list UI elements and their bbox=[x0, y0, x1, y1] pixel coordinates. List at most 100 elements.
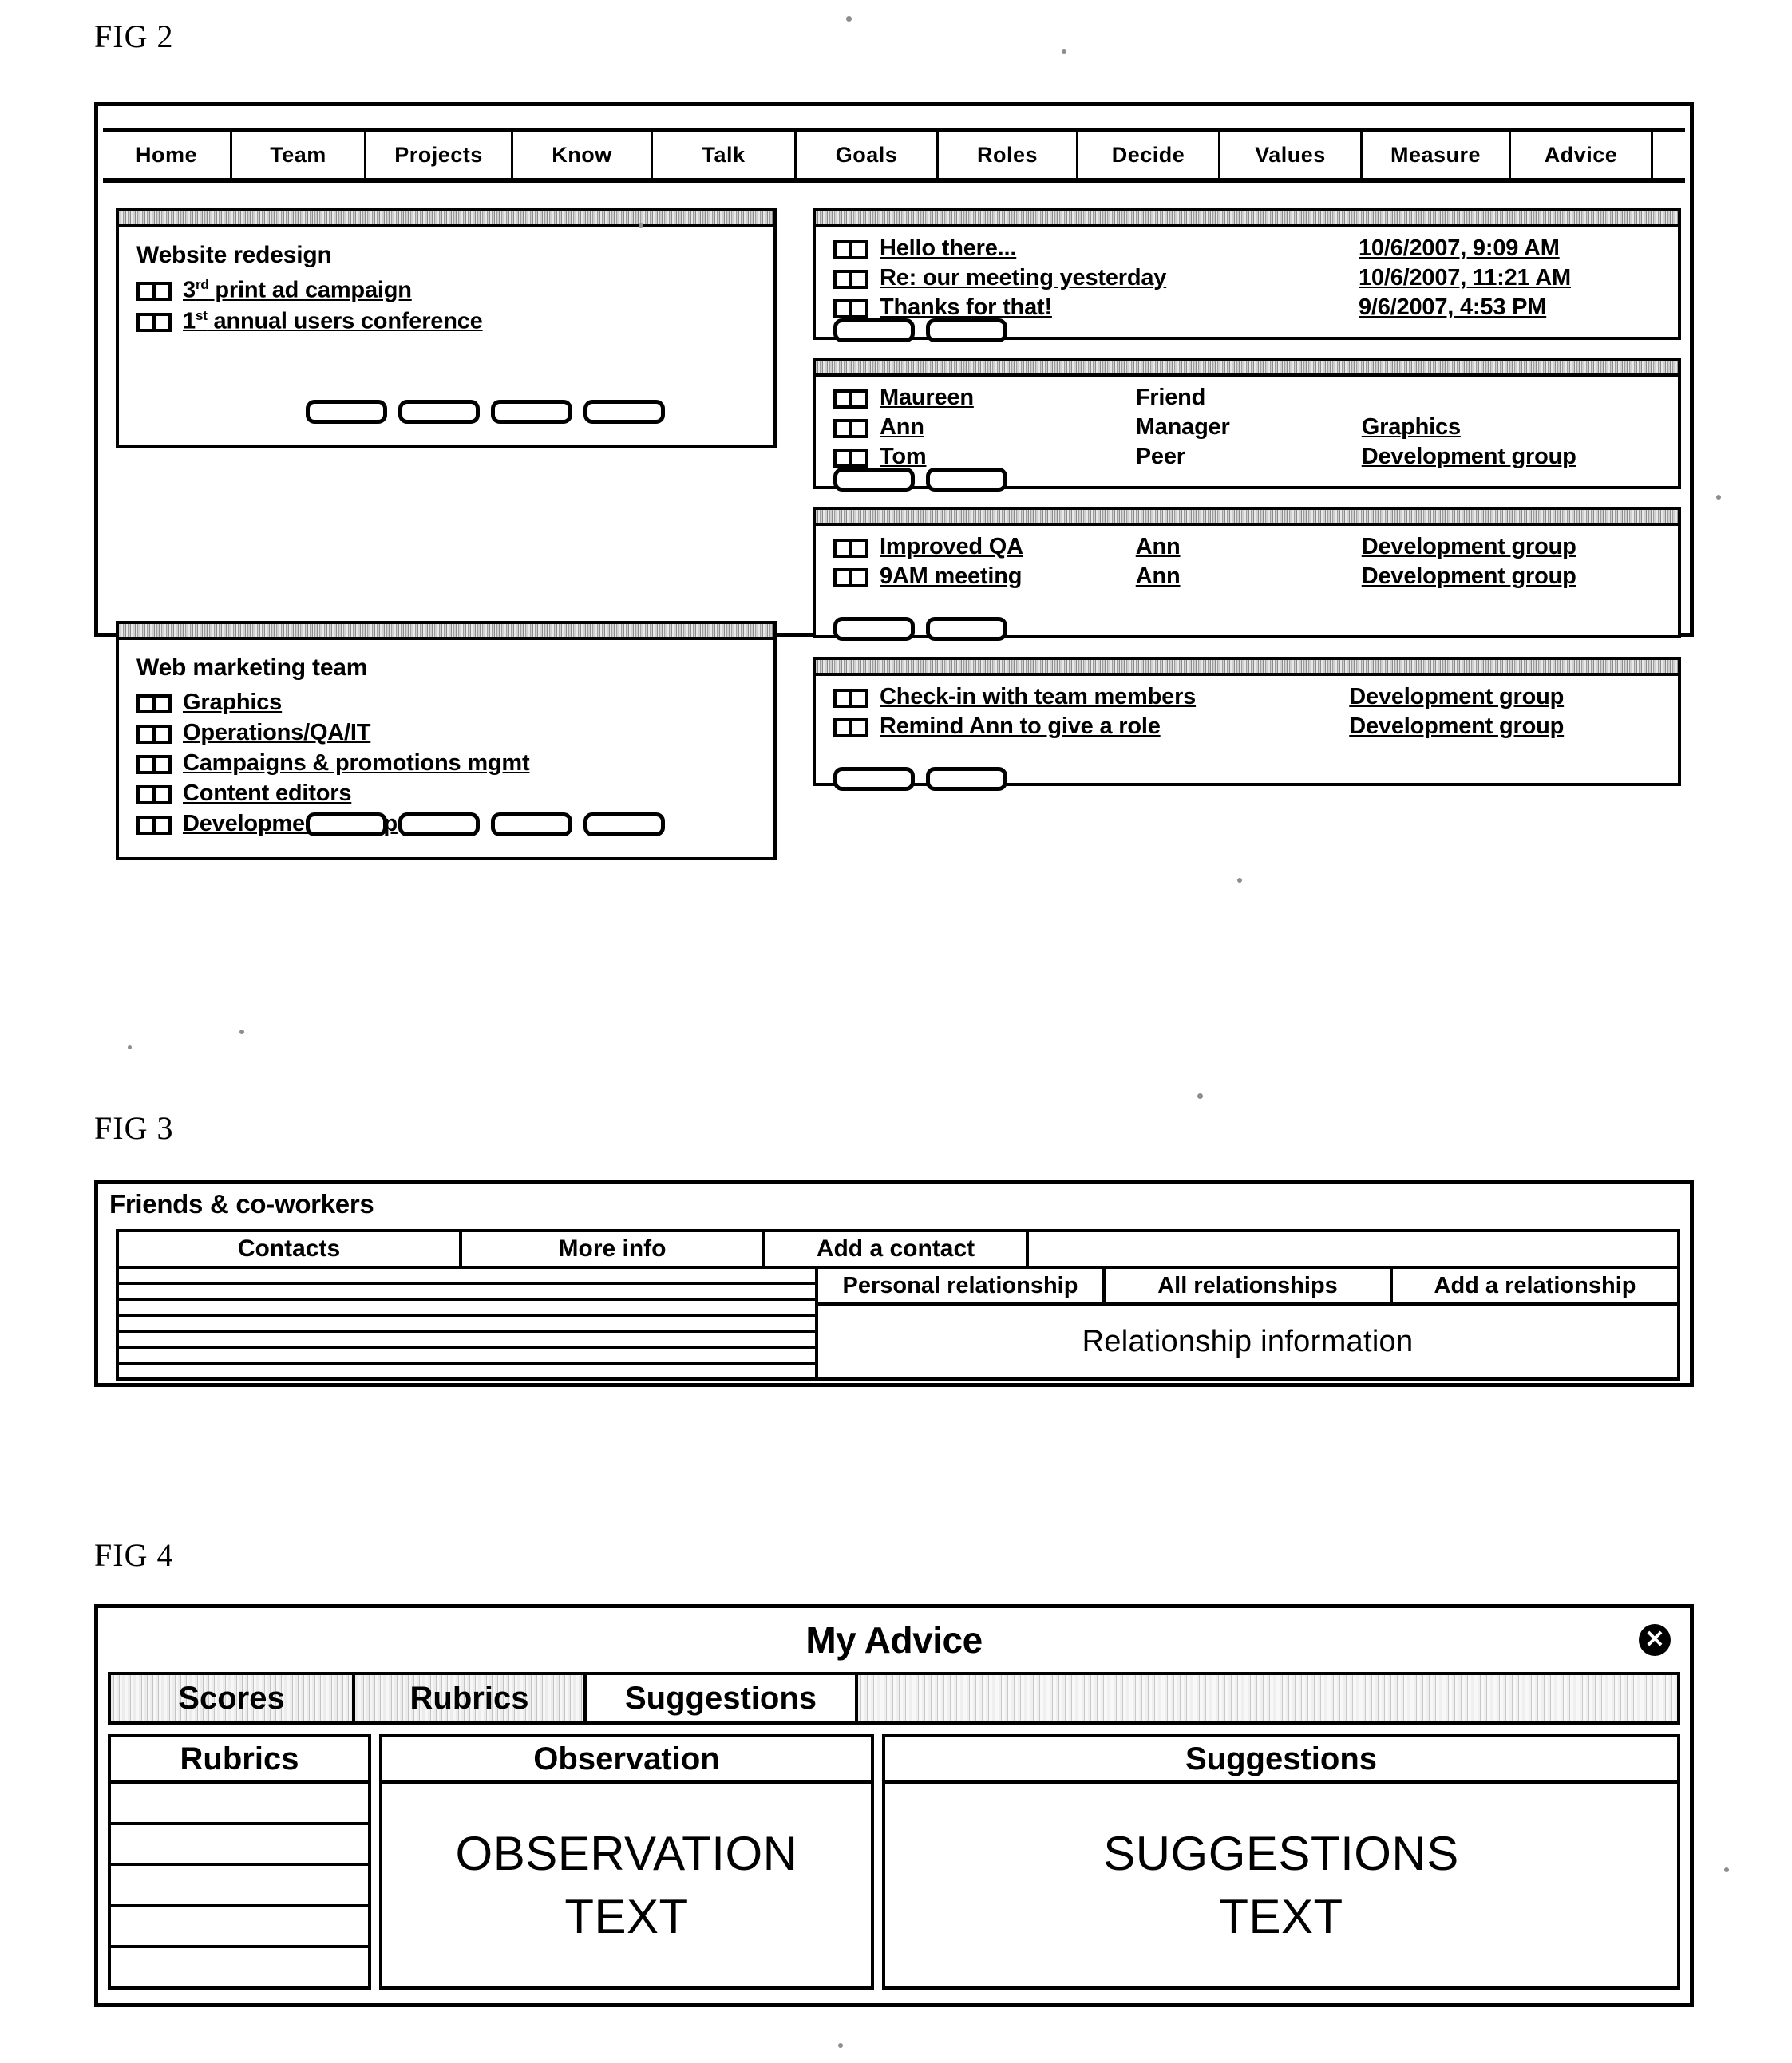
list-item[interactable] bbox=[111, 1825, 368, 1867]
close-icon[interactable]: ✕ bbox=[1639, 1624, 1671, 1656]
contact-group[interactable]: Graphics bbox=[1362, 414, 1678, 441]
tab-contacts[interactable]: Contacts bbox=[119, 1232, 462, 1266]
goals-action-button-1[interactable] bbox=[833, 617, 915, 641]
goal-group[interactable]: Development group bbox=[1362, 534, 1678, 560]
goal-title[interactable]: Improved QA bbox=[880, 534, 1136, 560]
list-item[interactable]: Graphics bbox=[136, 690, 773, 716]
double-box-icon[interactable] bbox=[833, 299, 868, 318]
table-row[interactable]: 9AM meeting Ann Development group bbox=[833, 563, 1678, 590]
team-link[interactable]: Operations/QA/IT bbox=[183, 720, 370, 746]
tab-know[interactable]: Know bbox=[513, 132, 653, 178]
tab-rubrics[interactable]: Rubrics bbox=[355, 1675, 587, 1721]
table-row[interactable]: Re: our meeting yesterday 10/6/2007, 11:… bbox=[833, 265, 1678, 291]
team-action-button-4[interactable] bbox=[583, 812, 665, 836]
table-row[interactable]: Tom Peer Development group bbox=[833, 444, 1678, 470]
task-title[interactable]: Remind Ann to give a role bbox=[880, 713, 1349, 740]
messages-action-button-2[interactable] bbox=[926, 318, 1007, 342]
team-link[interactable]: Campaigns & promotions mgmt bbox=[183, 750, 530, 777]
double-box-icon[interactable] bbox=[833, 240, 868, 259]
tab-roles[interactable]: Roles bbox=[939, 132, 1078, 178]
message-subject[interactable]: Re: our meeting yesterday bbox=[880, 265, 1359, 291]
list-item[interactable]: Content editors bbox=[136, 781, 773, 807]
double-box-icon[interactable] bbox=[833, 689, 868, 708]
list-item[interactable] bbox=[119, 1333, 815, 1349]
double-box-icon[interactable] bbox=[136, 282, 172, 301]
table-row[interactable]: Maureen Friend bbox=[833, 385, 1678, 411]
goal-owner[interactable]: Ann bbox=[1136, 563, 1362, 590]
table-row[interactable]: Thanks for that! 9/6/2007, 4:53 PM bbox=[833, 294, 1678, 321]
message-timestamp[interactable]: 10/6/2007, 9:09 AM bbox=[1359, 235, 1560, 262]
double-box-icon[interactable] bbox=[833, 539, 868, 558]
team-action-button-3[interactable] bbox=[491, 812, 572, 836]
table-row[interactable]: Check-in with team members Development g… bbox=[833, 684, 1678, 710]
double-box-icon[interactable] bbox=[833, 389, 868, 409]
contacts-action-button-1[interactable] bbox=[833, 468, 915, 492]
list-item[interactable] bbox=[119, 1317, 815, 1333]
double-box-icon[interactable] bbox=[136, 785, 172, 804]
message-subject[interactable]: Thanks for that! bbox=[880, 294, 1359, 321]
tab-decide[interactable]: Decide bbox=[1078, 132, 1220, 178]
contacts-action-button-2[interactable] bbox=[926, 468, 1007, 492]
list-item[interactable]: Operations/QA/IT bbox=[136, 720, 773, 746]
projects-action-button-3[interactable] bbox=[491, 400, 572, 424]
project-link[interactable]: 1st annual users conference bbox=[183, 308, 483, 335]
table-row[interactable]: Hello there... 10/6/2007, 9:09 AM bbox=[833, 235, 1678, 262]
list-item[interactable] bbox=[111, 1784, 368, 1825]
tab-all-relationships[interactable]: All relationships bbox=[1106, 1269, 1393, 1302]
team-link[interactable]: Graphics bbox=[183, 690, 282, 716]
double-box-icon[interactable] bbox=[833, 718, 868, 737]
contact-name[interactable]: Maureen bbox=[880, 385, 1136, 411]
tasks-action-button-2[interactable] bbox=[926, 767, 1007, 791]
tab-home[interactable]: Home bbox=[103, 132, 232, 178]
team-link[interactable]: Content editors bbox=[183, 781, 351, 807]
tab-add-a-relationship[interactable]: Add a relationship bbox=[1393, 1269, 1677, 1302]
goal-title[interactable]: 9AM meeting bbox=[880, 563, 1136, 590]
list-item[interactable] bbox=[119, 1269, 815, 1285]
list-item[interactable] bbox=[119, 1301, 815, 1317]
list-item[interactable]: 1st annual users conference bbox=[136, 308, 773, 335]
list-item[interactable] bbox=[119, 1285, 815, 1301]
tab-suggestions[interactable]: Suggestions bbox=[587, 1675, 858, 1721]
double-box-icon[interactable] bbox=[136, 312, 172, 332]
list-item[interactable] bbox=[111, 1866, 368, 1907]
table-row[interactable]: Ann Manager Graphics bbox=[833, 414, 1678, 441]
tab-scores[interactable]: Scores bbox=[111, 1675, 355, 1721]
projects-action-button-1[interactable] bbox=[306, 400, 387, 424]
tab-goals[interactable]: Goals bbox=[797, 132, 939, 178]
team-action-button-2[interactable] bbox=[398, 812, 480, 836]
contact-name[interactable]: Tom bbox=[880, 444, 1136, 470]
double-box-icon[interactable] bbox=[136, 816, 172, 835]
task-group[interactable]: Development group bbox=[1349, 684, 1678, 710]
tab-add-a-contact[interactable]: Add a contact bbox=[765, 1232, 1029, 1266]
double-box-icon[interactable] bbox=[833, 270, 868, 289]
task-title[interactable]: Check-in with team members bbox=[880, 684, 1349, 710]
tasks-action-button-1[interactable] bbox=[833, 767, 915, 791]
tab-more-info[interactable]: More info bbox=[462, 1232, 765, 1266]
contact-group[interactable]: Development group bbox=[1362, 444, 1678, 470]
double-box-icon[interactable] bbox=[833, 419, 868, 438]
message-timestamp[interactable]: 9/6/2007, 4:53 PM bbox=[1359, 294, 1546, 321]
projects-action-button-4[interactable] bbox=[583, 400, 665, 424]
messages-action-button-1[interactable] bbox=[833, 318, 915, 342]
task-group[interactable]: Development group bbox=[1349, 713, 1678, 740]
tab-team[interactable]: Team bbox=[232, 132, 366, 178]
list-item[interactable] bbox=[119, 1349, 815, 1365]
table-row[interactable]: Improved QA Ann Development group bbox=[833, 534, 1678, 560]
message-timestamp[interactable]: 10/6/2007, 11:21 AM bbox=[1359, 265, 1571, 291]
projects-action-button-2[interactable] bbox=[398, 400, 480, 424]
double-box-icon[interactable] bbox=[136, 725, 172, 744]
list-item[interactable] bbox=[119, 1365, 815, 1377]
list-item[interactable]: Campaigns & promotions mgmt bbox=[136, 750, 773, 777]
double-box-icon[interactable] bbox=[833, 449, 868, 468]
tab-measure[interactable]: Measure bbox=[1363, 132, 1511, 178]
double-box-icon[interactable] bbox=[833, 568, 868, 587]
list-item[interactable] bbox=[111, 1948, 368, 1986]
goals-action-button-2[interactable] bbox=[926, 617, 1007, 641]
message-subject[interactable]: Hello there... bbox=[880, 235, 1359, 262]
list-item[interactable]: 3rd print ad campaign bbox=[136, 277, 773, 304]
double-box-icon[interactable] bbox=[136, 755, 172, 774]
contact-name[interactable]: Ann bbox=[880, 414, 1136, 441]
tab-projects[interactable]: Projects bbox=[366, 132, 513, 178]
tab-advice[interactable]: Advice bbox=[1511, 132, 1653, 178]
tab-personal-relationship[interactable]: Personal relationship bbox=[818, 1269, 1106, 1302]
